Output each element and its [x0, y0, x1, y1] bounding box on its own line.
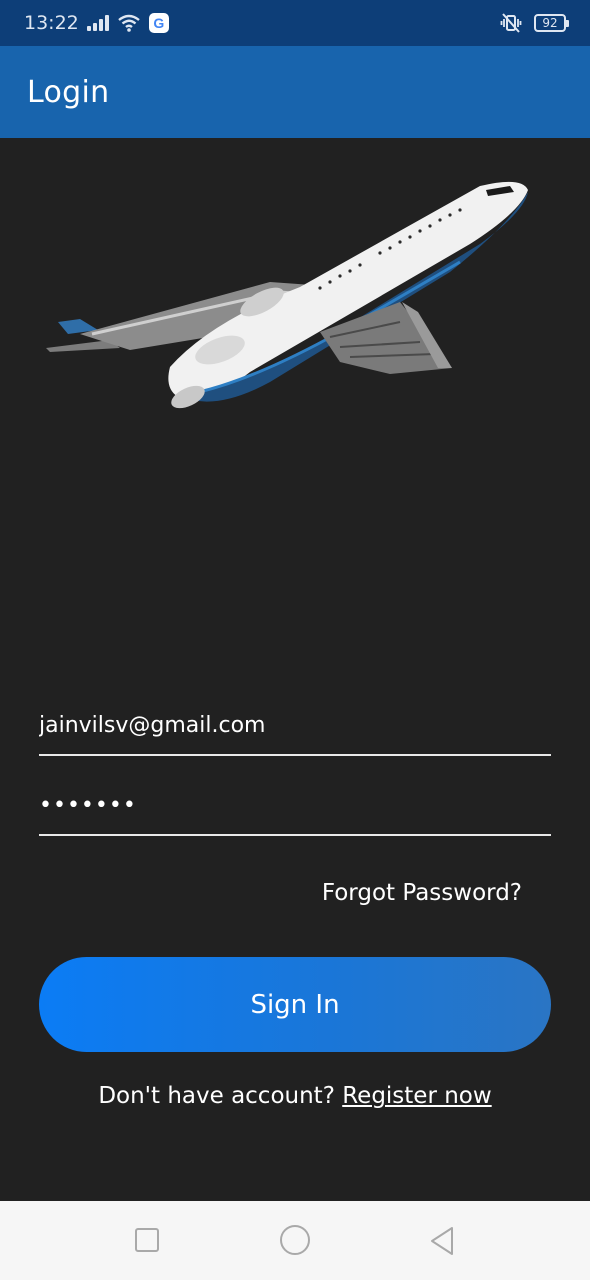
- email-field[interactable]: [39, 696, 551, 756]
- airplane-illustration: [46, 181, 528, 409]
- password-input[interactable]: [39, 792, 551, 818]
- wifi-icon: [118, 14, 140, 32]
- home-icon[interactable]: [280, 1225, 310, 1255]
- battery-level: 92: [542, 16, 558, 30]
- recents-icon[interactable]: [135, 1228, 159, 1252]
- register-row: Don't have account? Register now: [0, 1083, 590, 1109]
- status-left: 13:22 G: [24, 12, 169, 34]
- forgot-password-link[interactable]: Forgot Password?: [322, 880, 522, 906]
- signal-icon: [86, 15, 109, 31]
- google-icon: G: [148, 13, 169, 33]
- password-field[interactable]: [39, 776, 551, 836]
- back-icon[interactable]: [428, 1225, 456, 1257]
- vibrate-icon: [500, 13, 522, 33]
- status-bar: 13:22 G 92: [0, 0, 590, 46]
- register-prompt: Don't have account?: [98, 1083, 343, 1109]
- page-title: Login: [27, 74, 110, 110]
- status-right: 92: [500, 13, 569, 33]
- sign-in-button[interactable]: Sign In: [39, 957, 551, 1052]
- navigation-bar: [0, 1201, 590, 1280]
- register-now-link[interactable]: Register now: [342, 1083, 491, 1109]
- app-bar: Login: [0, 46, 590, 138]
- email-input[interactable]: [39, 712, 551, 738]
- status-time: 13:22: [24, 12, 79, 34]
- battery-icon: 92: [534, 14, 569, 32]
